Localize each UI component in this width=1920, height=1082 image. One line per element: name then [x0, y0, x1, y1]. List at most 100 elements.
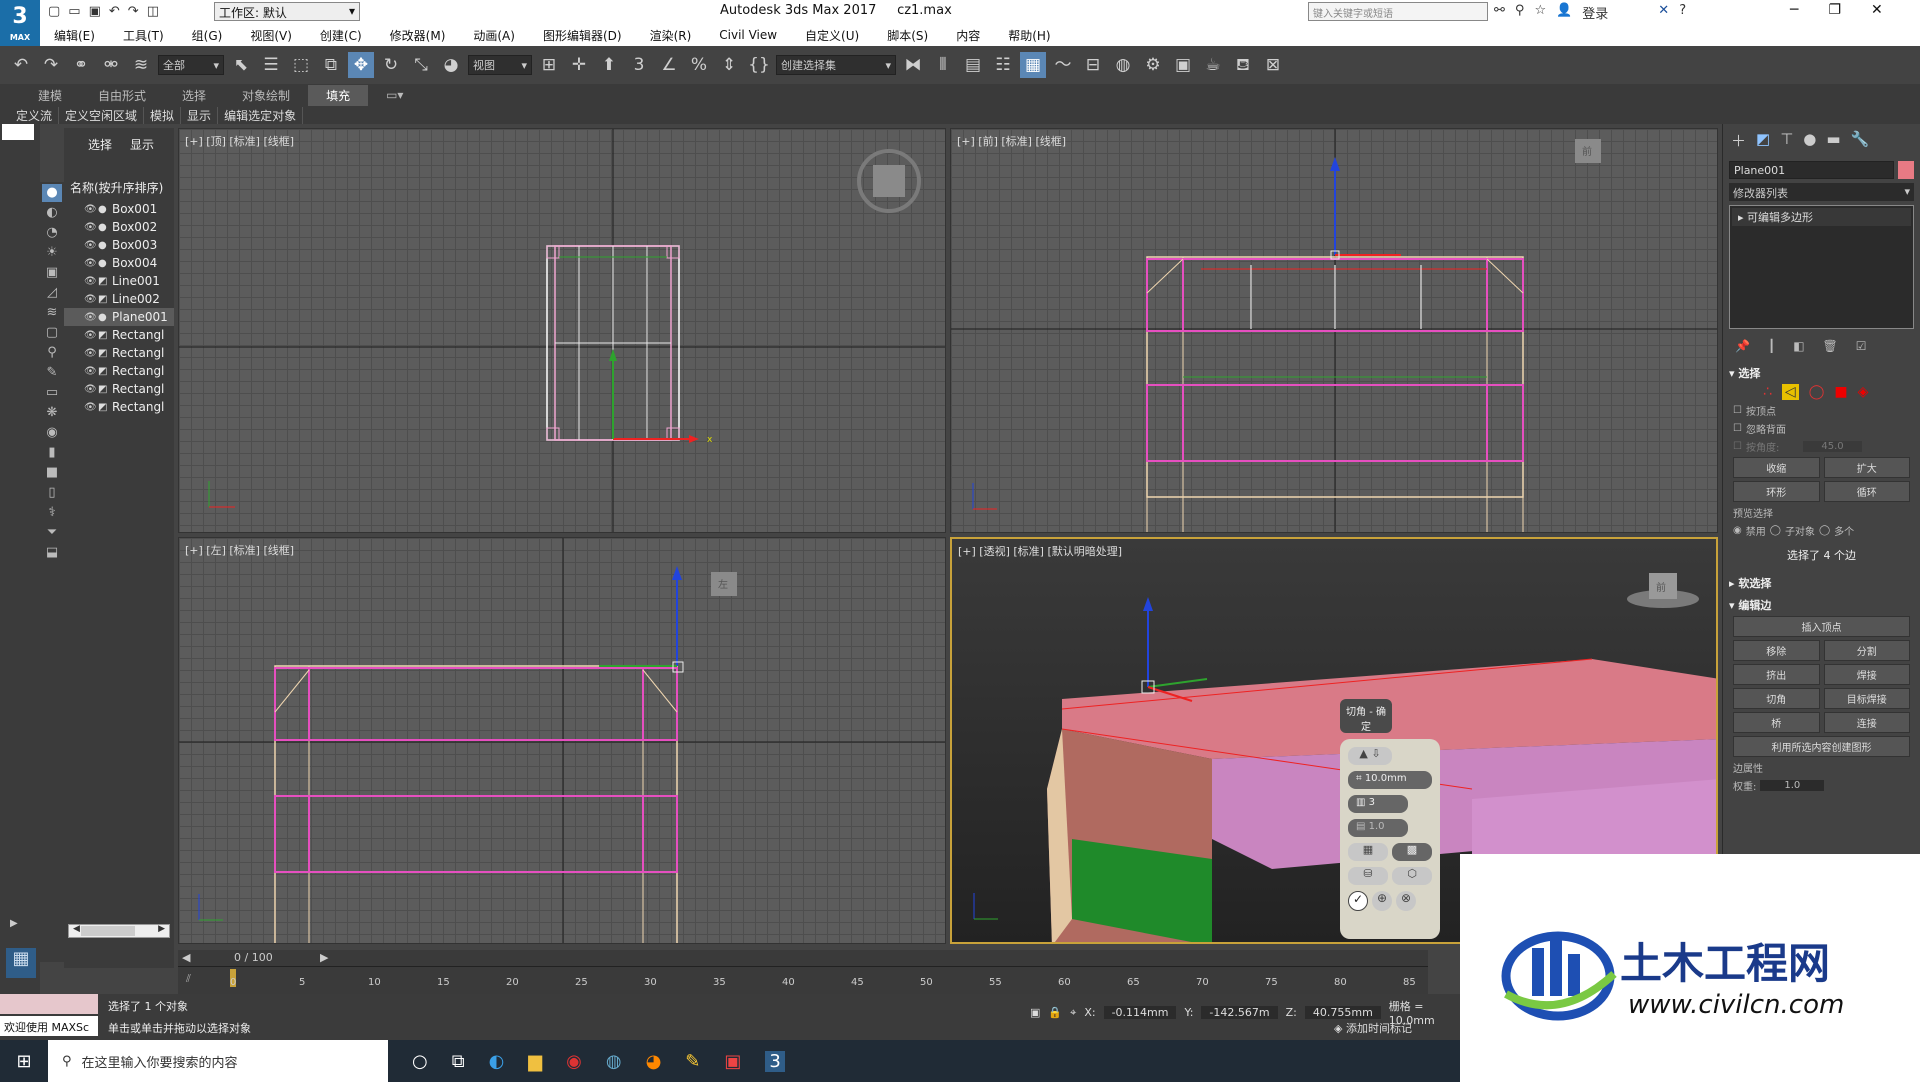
caddy-smooth-icon[interactable]: ▩	[1392, 843, 1432, 861]
app-logo[interactable]: 3 MAX	[0, 0, 40, 46]
material-editor-icon[interactable]: ◍	[1110, 52, 1136, 78]
caddy-amount-field[interactable]: ⌗ 10.0mm	[1348, 771, 1432, 789]
menu-animation[interactable]: 动画(A)	[459, 27, 529, 44]
search-input[interactable]: 键入关键字或短语	[1308, 2, 1488, 21]
remove-button[interactable]: 移除	[1733, 640, 1820, 661]
ribbon-define-flows[interactable]: 定义流	[10, 106, 60, 124]
render-production-icon[interactable]: ☕	[1200, 52, 1226, 78]
menu-content[interactable]: 内容	[942, 27, 994, 44]
percent-snap-icon[interactable]: %	[686, 52, 712, 78]
viewport-left[interactable]: [+] [左] [标准] [线框] 左	[178, 537, 946, 944]
ribbon-tab-object-paint[interactable]: 对象绘制	[224, 85, 308, 106]
object-list-item[interactable]: 👁 ● Box003	[64, 236, 174, 254]
file-explorer-icon[interactable]: ▆	[528, 1051, 542, 1072]
menu-edit[interactable]: 编辑(E)	[40, 27, 109, 44]
extrude-button[interactable]: 挤出	[1733, 664, 1820, 685]
show-end-result-icon[interactable]: ┃	[1768, 339, 1775, 353]
object-list-item[interactable]: 👁 ◩ Rectangl	[64, 362, 174, 380]
y-value[interactable]: -142.567m	[1201, 1006, 1278, 1019]
visibility-eye-icon[interactable]: 👁	[84, 276, 98, 287]
scroll-thumb[interactable]	[81, 926, 135, 936]
exchange-icon[interactable]: ✕	[1658, 3, 1669, 22]
by-vertex-checkbox[interactable]: ☐	[1733, 405, 1742, 416]
open-file-icon[interactable]: ▭	[68, 4, 80, 19]
menu-scripting[interactable]: 脚本(S)	[873, 27, 942, 44]
caddy-mitre-icon[interactable]: ⬡	[1392, 867, 1432, 885]
element-mode-icon[interactable]: ◈	[1858, 384, 1869, 400]
explorer-tab-display[interactable]: 显示	[130, 136, 154, 153]
firefox-icon[interactable]: ◕	[646, 1051, 662, 1072]
preview-subobject-radio[interactable]: ◯	[1770, 525, 1781, 536]
object-list-item[interactable]: 👁 ◩ Rectangl	[64, 344, 174, 362]
insert-vertex-button[interactable]: 插入顶点	[1733, 616, 1910, 637]
display-tab-icon[interactable]: ▬	[1826, 130, 1840, 151]
display-frozen-icon[interactable]: ◉	[42, 424, 62, 442]
pin-stack-icon[interactable]: 📌	[1735, 339, 1750, 353]
modifier-stack-item[interactable]: ▸ 可编辑多边形	[1732, 208, 1911, 226]
notepad-icon[interactable]: ✎	[685, 1051, 700, 1072]
layer-manager-icon[interactable]: ▤	[960, 52, 986, 78]
viewport-top[interactable]: [+] [顶] [标准] [线框] x	[178, 128, 946, 533]
ribbon-tab-modeling[interactable]: 建模	[20, 85, 80, 106]
vertex-mode-icon[interactable]: ∴	[1763, 384, 1772, 400]
save-icon[interactable]: ▣	[89, 4, 101, 19]
menu-group[interactable]: 组(G)	[178, 27, 237, 44]
polygon-mode-icon[interactable]: ■	[1834, 384, 1847, 400]
ribbon-tab-selection[interactable]: 选择	[164, 85, 224, 106]
find-icon[interactable]: ⚕	[42, 504, 62, 522]
viewport-persp-label[interactable]: [+] [透视] [标准] [默认明暗处理]	[958, 543, 1122, 559]
create-tab-icon[interactable]: ＋	[1731, 130, 1746, 151]
time-prev-icon[interactable]: ◀	[182, 951, 190, 964]
maxscript-mini-listener[interactable]: 欢迎使用 MAXSc	[0, 1016, 98, 1036]
object-list-item[interactable]: 👁 ◩ Rectangl	[64, 398, 174, 416]
visibility-eye-icon[interactable]: 👁	[84, 204, 98, 215]
caddy-open-icon[interactable]: ▦	[1348, 843, 1388, 861]
by-angle-checkbox[interactable]: ☐	[1733, 441, 1742, 452]
visibility-eye-icon[interactable]: 👁	[84, 330, 98, 341]
undo-icon[interactable]: ↶	[8, 52, 34, 78]
loop-button[interactable]: 循环	[1823, 481, 1910, 502]
visibility-eye-icon[interactable]: 👁	[84, 402, 98, 413]
select-rotate-icon[interactable]: ↻	[378, 52, 404, 78]
object-list-item[interactable]: 👁 ◩ Rectangl	[64, 326, 174, 344]
by-angle-value[interactable]: 45.0	[1803, 441, 1862, 452]
display-particles-icon[interactable]: ❋	[42, 404, 62, 422]
new-file-icon[interactable]: ▢	[48, 4, 60, 19]
make-unique-icon[interactable]: ◧	[1793, 339, 1804, 353]
scroll-left-icon[interactable]: ◀	[73, 924, 80, 934]
caddy-segments-field[interactable]: ▥ 3	[1348, 795, 1408, 813]
redo-icon[interactable]: ↷	[38, 52, 64, 78]
object-list-item[interactable]: 👁 ● Box001	[64, 200, 174, 218]
visibility-eye-icon[interactable]: 👁	[84, 258, 98, 269]
object-list-item[interactable]: 👁 ● Box002	[64, 218, 174, 236]
grow-button[interactable]: 扩大	[1823, 457, 1910, 478]
manipulate-icon[interactable]: ✛	[566, 52, 592, 78]
reference-coord-dropdown[interactable]: 视图 ▾	[468, 55, 532, 75]
configure-sets-icon[interactable]: ☑	[1856, 339, 1867, 353]
close-icon[interactable]: ✕	[1871, 2, 1883, 18]
caddy-apply-icon[interactable]: ⊕	[1372, 891, 1392, 911]
display-shapes-icon[interactable]: ◔	[42, 224, 62, 242]
display-lights-icon[interactable]: ☀	[42, 244, 62, 262]
modify-tab-icon[interactable]: ◩	[1756, 130, 1770, 151]
viewport-top-label[interactable]: [+] [顶] [标准] [线框]	[185, 133, 294, 149]
shrink-button[interactable]: 收缩	[1733, 457, 1820, 478]
time-next-icon[interactable]: ▶	[320, 951, 328, 964]
display-bones-icon[interactable]: ✎	[42, 364, 62, 382]
isolate-icon[interactable]: ▣	[1030, 1006, 1040, 1019]
spinner-snap-icon[interactable]: ⇕	[716, 52, 742, 78]
time-slider[interactable]: ◀ 0 / 100 ▶	[178, 950, 1428, 966]
ribbon-display[interactable]: 显示	[181, 106, 219, 124]
align-icon[interactable]: ⫴	[930, 52, 956, 78]
absolute-mode-icon[interactable]: ⌖	[1070, 1006, 1076, 1020]
select-by-name-icon[interactable]: ☰	[258, 52, 284, 78]
ring-button[interactable]: 环形	[1733, 481, 1820, 502]
snaps-toggle-icon[interactable]: 3	[626, 52, 652, 78]
help-icon[interactable]: ?	[1679, 3, 1686, 22]
target-weld-button[interactable]: 目标焊接	[1823, 688, 1910, 709]
cortana-icon[interactable]: ○	[412, 1051, 428, 1072]
undo-icon[interactable]: ↶	[109, 4, 120, 19]
caddy-tension-field[interactable]: ▤ 1.0	[1348, 819, 1408, 837]
display-geometry-icon[interactable]: ◐	[42, 204, 62, 222]
scroll-right-icon[interactable]: ▶	[158, 924, 165, 934]
